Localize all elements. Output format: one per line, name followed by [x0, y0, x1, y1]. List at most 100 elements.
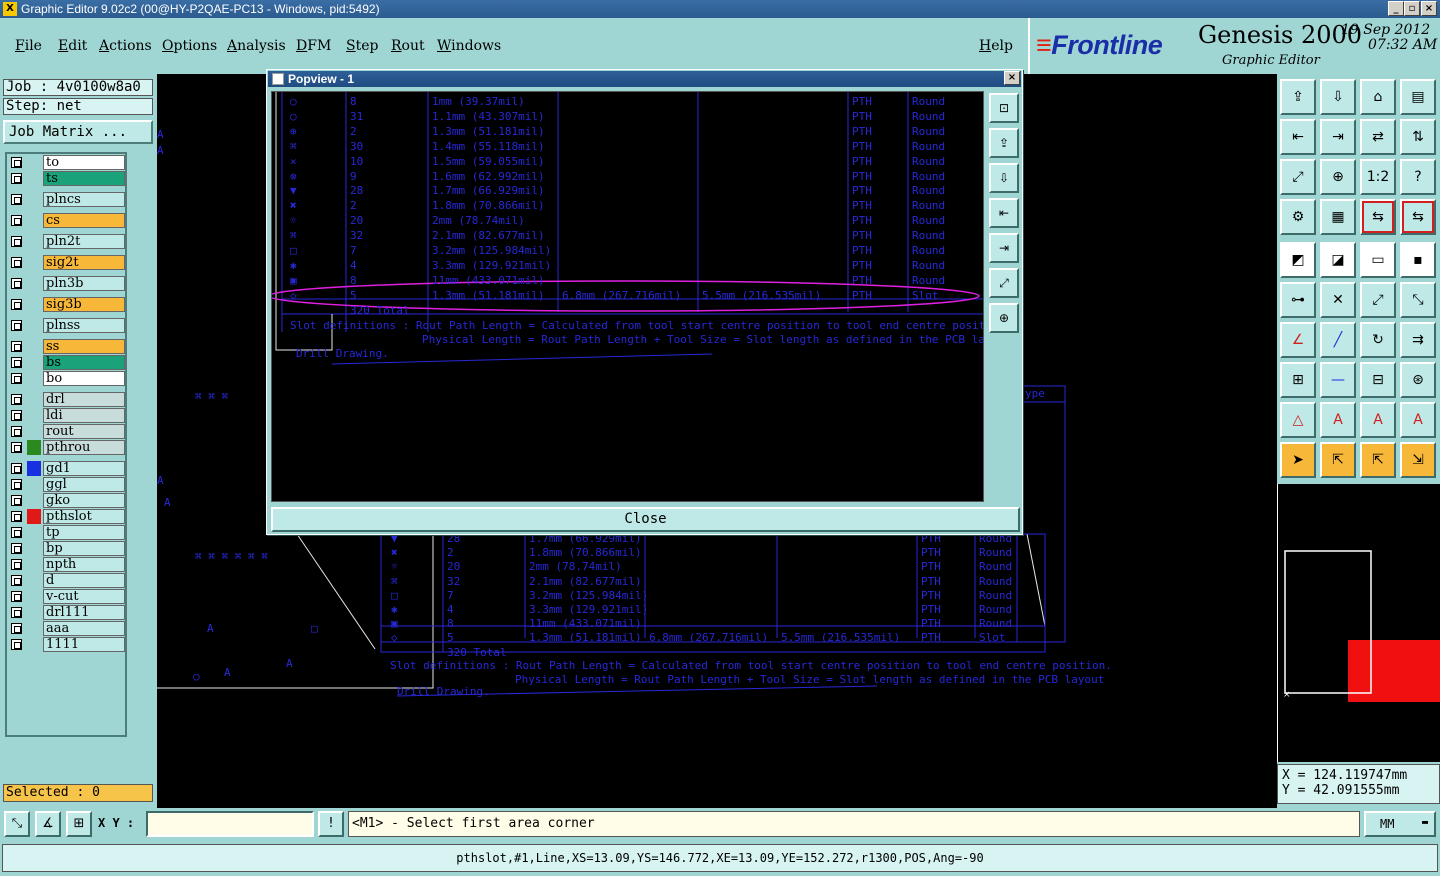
- layer-checkbox[interactable]: [11, 173, 22, 184]
- pv-pan-up-icon[interactable]: ⇪: [989, 128, 1019, 158]
- layer-row-plncs[interactable]: plncs: [7, 192, 127, 207]
- layer-name[interactable]: plnss: [43, 318, 125, 333]
- layer-row-plnss[interactable]: plnss: [7, 318, 127, 333]
- snap-icon[interactable]: ⤡: [4, 811, 30, 837]
- layer-checkbox[interactable]: [11, 463, 22, 474]
- layer-checkbox[interactable]: [11, 426, 22, 437]
- pv-pan-left-icon[interactable]: ⇤: [989, 198, 1019, 228]
- overview-panel[interactable]: ×: [1277, 484, 1440, 762]
- tool-2-3-icon[interactable]: ?: [1400, 159, 1436, 195]
- layer-checkbox[interactable]: [11, 527, 22, 538]
- layer-checkbox[interactable]: [11, 639, 22, 650]
- xy-input[interactable]: [146, 811, 314, 837]
- tool-7-2-icon[interactable]: ⊟: [1360, 362, 1396, 398]
- layer-row-bs[interactable]: bs: [7, 355, 127, 370]
- tool-5-0-icon[interactable]: ⊶: [1280, 282, 1316, 318]
- layer-name[interactable]: ts: [43, 171, 125, 186]
- minimize-button[interactable]: _: [1388, 1, 1404, 16]
- layer-row-pthrou[interactable]: pthrou: [7, 440, 127, 455]
- job-matrix-button[interactable]: Job Matrix ...: [3, 120, 153, 144]
- tool-1-2-icon[interactable]: ⇄: [1360, 119, 1396, 155]
- layer-checkbox[interactable]: [11, 543, 22, 554]
- tool-5-1-icon[interactable]: ✕: [1320, 282, 1356, 318]
- layer-row-pthslot[interactable]: pthslot: [7, 509, 127, 524]
- layer-row-d[interactable]: d: [7, 573, 127, 588]
- pv-zoom-home-icon[interactable]: ⊡: [989, 93, 1019, 123]
- layer-name[interactable]: ggl: [43, 477, 125, 492]
- layer-name[interactable]: pln2t: [43, 234, 125, 249]
- pv-pan-right-icon[interactable]: ⇥: [989, 233, 1019, 263]
- layer-checkbox[interactable]: [11, 341, 22, 352]
- layer-row-sig3b[interactable]: sig3b: [7, 297, 127, 312]
- layer-name[interactable]: drl: [43, 392, 125, 407]
- tool-4-1-icon[interactable]: ◪: [1320, 242, 1356, 278]
- layer-row-to[interactable]: to: [7, 155, 127, 170]
- layer-name[interactable]: npth: [43, 557, 125, 572]
- menu-analysis[interactable]: Analysis: [227, 38, 286, 54]
- tool-3-1-icon[interactable]: ▦: [1320, 199, 1356, 235]
- tool-3-3-icon[interactable]: ⇆: [1400, 199, 1436, 235]
- layer-name[interactable]: tp: [43, 525, 125, 540]
- layer-checkbox[interactable]: [11, 236, 22, 247]
- menu-windows[interactable]: Windows: [437, 38, 501, 54]
- layer-checkbox[interactable]: [11, 299, 22, 310]
- layer-name[interactable]: drl111: [43, 605, 125, 620]
- pv-zoom-center-icon[interactable]: ⊕: [989, 303, 1019, 333]
- layer-checkbox[interactable]: [11, 357, 22, 368]
- tool-7-1-icon[interactable]: —: [1320, 362, 1356, 398]
- layer-row-drl111[interactable]: drl111: [7, 605, 127, 620]
- tool-4-2-icon[interactable]: ▭: [1360, 242, 1396, 278]
- layer-name[interactable]: v-cut: [43, 589, 125, 604]
- layer-row-sig2t[interactable]: sig2t: [7, 255, 127, 270]
- layer-name[interactable]: 1111: [43, 637, 125, 652]
- layer-name[interactable]: sig2t: [43, 255, 125, 270]
- tool-1-1-icon[interactable]: ⇥: [1320, 119, 1356, 155]
- layer-checkbox[interactable]: [11, 479, 22, 490]
- layer-checkbox[interactable]: [11, 215, 22, 226]
- tool-2-1-icon[interactable]: ⊕: [1320, 159, 1356, 195]
- layer-row-v-cut[interactable]: v-cut: [7, 589, 127, 604]
- layer-row-pln3b[interactable]: pln3b: [7, 276, 127, 291]
- layer-checkbox[interactable]: [11, 559, 22, 570]
- close-window-button[interactable]: ×: [1421, 1, 1437, 16]
- tool-6-2-icon[interactable]: ↻: [1360, 322, 1396, 358]
- layer-name[interactable]: pln3b: [43, 276, 125, 291]
- layer-row-bo[interactable]: bo: [7, 371, 127, 386]
- layer-row-aaa[interactable]: aaa: [7, 621, 127, 636]
- layer-row-tp[interactable]: tp: [7, 525, 127, 540]
- layer-row-cs[interactable]: cs: [7, 213, 127, 228]
- tool-0-0-icon[interactable]: ⇪: [1280, 79, 1316, 115]
- pv-zoom-fit-icon[interactable]: ⤢: [989, 268, 1019, 298]
- pv-pan-down-icon[interactable]: ⇩: [989, 163, 1019, 193]
- popview-close-icon[interactable]: ×: [1004, 71, 1020, 85]
- layer-name[interactable]: d: [43, 573, 125, 588]
- tool-9-1-icon[interactable]: ⇱: [1320, 442, 1356, 478]
- layer-name[interactable]: to: [43, 155, 125, 170]
- tool-2-0-icon[interactable]: ⤢: [1280, 159, 1316, 195]
- layer-row-1111[interactable]: 1111: [7, 637, 127, 652]
- tool-4-3-icon[interactable]: ▪: [1400, 242, 1436, 278]
- tool-1-3-icon[interactable]: ⇅: [1400, 119, 1436, 155]
- layer-checkbox[interactable]: [11, 278, 22, 289]
- layer-row-ss[interactable]: ss: [7, 339, 127, 354]
- layer-name[interactable]: bp: [43, 541, 125, 556]
- tool-2-2-icon[interactable]: 1:2: [1360, 159, 1396, 195]
- tool-1-0-icon[interactable]: ⇤: [1280, 119, 1316, 155]
- info-icon[interactable]: !: [318, 811, 344, 837]
- tool-0-3-icon[interactable]: ▤: [1400, 79, 1436, 115]
- layer-row-ldi[interactable]: ldi: [7, 408, 127, 423]
- layer-row-gd1[interactable]: gd1: [7, 461, 127, 476]
- layer-row-npth[interactable]: npth: [7, 557, 127, 572]
- layer-checkbox[interactable]: [11, 410, 22, 421]
- layer-checkbox[interactable]: [11, 511, 22, 522]
- layer-row-rout[interactable]: rout: [7, 424, 127, 439]
- layer-row-drl[interactable]: drl: [7, 392, 127, 407]
- grid-icon[interactable]: ⊞: [66, 811, 92, 837]
- layer-checkbox[interactable]: [11, 157, 22, 168]
- layer-name[interactable]: rout: [43, 424, 125, 439]
- tool-9-3-icon[interactable]: ⇲: [1400, 442, 1436, 478]
- tool-4-0-icon[interactable]: ◩: [1280, 242, 1316, 278]
- tool-0-2-icon[interactable]: ⌂: [1360, 79, 1396, 115]
- layer-checkbox[interactable]: [11, 373, 22, 384]
- tool-3-0-icon[interactable]: ⚙: [1280, 199, 1316, 235]
